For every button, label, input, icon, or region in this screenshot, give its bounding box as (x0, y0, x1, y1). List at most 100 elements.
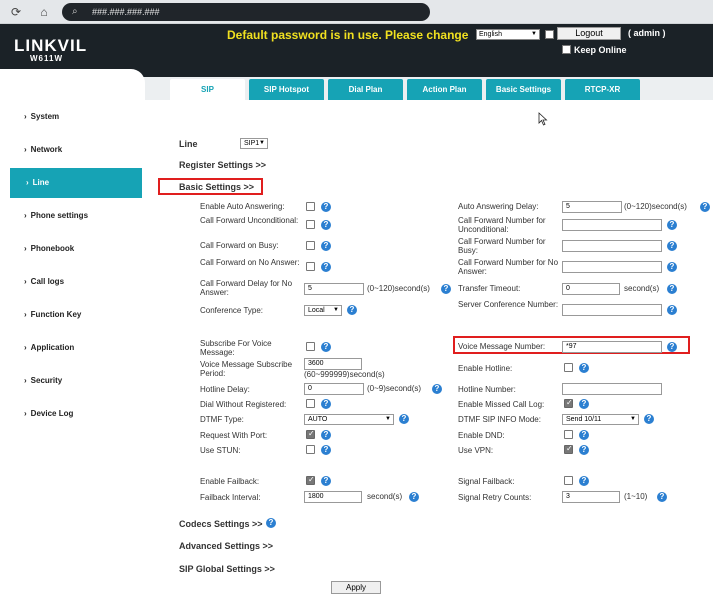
keep-online-label: Keep Online (574, 45, 627, 55)
hotline-delay-input[interactable]: 0 (304, 383, 364, 395)
help-icon[interactable]: ? (644, 414, 654, 424)
dtmf-type-select[interactable]: AUTO ▼ (304, 414, 394, 425)
help-icon[interactable]: ? (321, 430, 331, 440)
hotline-delay-unit: (0~9)second(s) (367, 384, 422, 393)
help-icon[interactable]: ? (266, 518, 276, 528)
help-icon[interactable]: ? (667, 241, 677, 251)
signal-failback-checkbox[interactable] (564, 476, 573, 485)
codecs-settings-toggle[interactable]: Codecs Settings >> (179, 519, 263, 529)
tab-dial-plan[interactable]: Dial Plan (328, 79, 403, 100)
tab-basic-settings[interactable]: Basic Settings (486, 79, 561, 100)
help-icon[interactable]: ? (667, 284, 677, 294)
dtmf-sip-info-label: DTMF SIP INFO Mode: (458, 415, 541, 424)
help-icon[interactable]: ? (657, 492, 667, 502)
keep-online-checkbox[interactable] (562, 45, 571, 54)
enable-dnd-checkbox[interactable] (564, 430, 573, 439)
help-icon[interactable]: ? (321, 220, 331, 230)
help-icon[interactable]: ? (321, 399, 331, 409)
use-stun-checkbox[interactable] (306, 445, 315, 454)
model-label: W611W (30, 54, 64, 63)
help-icon[interactable]: ? (321, 241, 331, 251)
help-icon[interactable]: ? (441, 284, 451, 294)
sidebar-item-system[interactable]: › System (0, 106, 145, 128)
help-icon[interactable]: ? (321, 202, 331, 212)
cf-unconditional-checkbox[interactable] (306, 220, 315, 229)
help-icon[interactable]: ? (667, 342, 677, 352)
sidebar-item-phone-settings[interactable]: › Phone settings (0, 205, 145, 227)
basic-settings-toggle[interactable]: Basic Settings >> (179, 182, 254, 192)
reload-icon[interactable]: ⟳ (8, 4, 24, 20)
enable-hotline-checkbox[interactable] (564, 363, 573, 372)
cf-delay-unit: (0~120)second(s) (367, 284, 430, 293)
help-icon[interactable]: ? (579, 363, 589, 373)
cf-num-no-answer-input[interactable] (562, 261, 662, 273)
tab-sip-hotspot[interactable]: SIP Hotspot (249, 79, 324, 100)
header-checkbox[interactable] (545, 30, 554, 39)
vm-number-input[interactable]: *97 (562, 341, 662, 353)
tab-sip[interactable]: SIP (170, 79, 245, 101)
help-icon[interactable]: ? (579, 399, 589, 409)
cf-delay-label: Call Forward Delay for No Answer: (200, 279, 293, 297)
sidebar-item-security[interactable]: › Security (0, 370, 145, 392)
vm-period-input[interactable]: 3600 (304, 358, 362, 370)
help-icon[interactable]: ? (432, 384, 442, 394)
help-icon[interactable]: ? (667, 262, 677, 272)
transfer-timeout-input[interactable]: 0 (562, 283, 620, 295)
browser-toolbar: ⟳ ⌂ ⌕ ###.###.###.### (0, 0, 713, 24)
help-icon[interactable]: ? (321, 476, 331, 486)
help-icon[interactable]: ? (579, 476, 589, 486)
sidebar-item-application[interactable]: › Application (0, 337, 145, 359)
sidebar-item-line[interactable]: › Line (10, 168, 142, 198)
conference-type-select[interactable]: Local ▼ (304, 305, 342, 316)
home-icon[interactable]: ⌂ (36, 4, 52, 20)
tab-rtcp-xr[interactable]: RTCP-XR (565, 79, 640, 100)
request-with-port-checkbox[interactable] (306, 429, 315, 439)
help-icon[interactable]: ? (409, 492, 419, 502)
cf-busy-checkbox[interactable] (306, 241, 315, 250)
cf-busy-label: Call Forward on Busy: (200, 241, 279, 250)
user-label: ( admin ) (628, 28, 666, 38)
address-bar[interactable]: ⌕ ###.###.###.### (62, 3, 430, 21)
sidebar-item-network[interactable]: › Network (0, 139, 145, 161)
subscribe-vm-checkbox[interactable] (306, 342, 315, 351)
cf-no-answer-checkbox[interactable] (306, 262, 315, 271)
enable-failback-checkbox[interactable] (306, 475, 315, 485)
help-icon[interactable]: ? (321, 262, 331, 272)
dial-without-reg-checkbox[interactable] (306, 399, 315, 408)
tab-action-plan[interactable]: Action Plan (407, 79, 482, 100)
help-icon[interactable]: ? (667, 220, 677, 230)
apply-button[interactable]: Apply (331, 581, 381, 594)
advanced-settings-toggle[interactable]: Advanced Settings >> (179, 541, 273, 551)
auto-answer-delay-label: Auto Answering Delay: (458, 202, 539, 211)
cf-num-busy-input[interactable] (562, 240, 662, 252)
sidebar-item-device-log[interactable]: › Device Log (0, 403, 145, 425)
use-vpn-checkbox[interactable] (564, 444, 573, 454)
help-icon[interactable]: ? (700, 202, 710, 212)
hotline-number-input[interactable] (562, 383, 662, 395)
chevron-down-icon: ▼ (259, 140, 265, 146)
logout-button[interactable]: Logout (557, 27, 621, 40)
signal-retry-input[interactable]: 3 (562, 491, 620, 503)
line-select[interactable]: SIP1 ▼ (240, 138, 268, 149)
auto-answer-delay-input[interactable]: 5 (562, 201, 622, 213)
help-icon[interactable]: ? (667, 305, 677, 315)
enable-missed-call-checkbox[interactable] (564, 398, 573, 408)
sidebar-item-phonebook[interactable]: › Phonebook (0, 238, 145, 260)
cf-delay-input[interactable]: 5 (304, 283, 364, 295)
help-icon[interactable]: ? (347, 305, 357, 315)
language-select[interactable]: English ▼ (476, 29, 540, 40)
help-icon[interactable]: ? (321, 342, 331, 352)
sidebar-item-call-logs[interactable]: › Call logs (0, 271, 145, 293)
help-icon[interactable]: ? (399, 414, 409, 424)
sip-global-settings-toggle[interactable]: SIP Global Settings >> (179, 564, 275, 574)
help-icon[interactable]: ? (579, 445, 589, 455)
register-settings-toggle[interactable]: Register Settings >> (179, 160, 266, 170)
help-icon[interactable]: ? (579, 430, 589, 440)
server-conf-number-input[interactable] (562, 304, 662, 316)
help-icon[interactable]: ? (321, 445, 331, 455)
enable-auto-answering-checkbox[interactable] (306, 202, 315, 211)
dtmf-sip-info-select[interactable]: Send 10/11 ▼ (562, 414, 639, 425)
sidebar-item-function-key[interactable]: › Function Key (0, 304, 145, 326)
cf-num-unconditional-input[interactable] (562, 219, 662, 231)
failback-interval-input[interactable]: 1800 (304, 491, 362, 503)
